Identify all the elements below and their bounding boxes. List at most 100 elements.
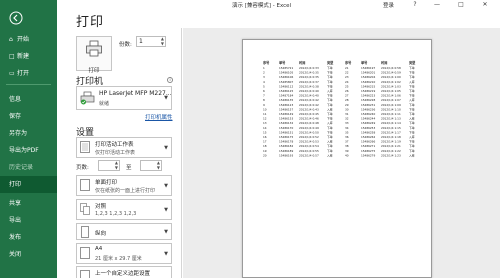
pages-label: 页数:	[76, 165, 89, 171]
preview-cell: 33	[345, 121, 349, 125]
preview-cell: 下单	[409, 89, 415, 93]
preview-cell: 2012/1/4 1:02	[381, 80, 401, 84]
minimize-button[interactable]: —	[431, 0, 443, 9]
printer-icon	[80, 91, 95, 105]
copies-value: 1	[139, 38, 143, 45]
preview-cell: 下单	[409, 121, 415, 125]
help-button[interactable]: ?	[409, 0, 421, 9]
preview-cell: 2012/1/4 0:53	[299, 140, 319, 144]
preview-header-cell: 单号	[361, 60, 368, 65]
print-scope-title: 打印活动工作表	[95, 142, 134, 148]
nav-item[interactable]: 关闭	[0, 246, 57, 263]
preview-cell: 15486197	[361, 66, 375, 70]
preview-cell: 2012/1/4 1:09	[381, 103, 401, 107]
preview-cell: 入库	[409, 80, 415, 84]
preview-cell: 15486189	[279, 149, 293, 153]
preview-cell: 2012/1/4 0:55	[299, 149, 319, 153]
preview-cell: 15486244	[361, 117, 375, 121]
preview-cell: 15486125	[279, 89, 293, 93]
preview-cell: 15486132	[279, 121, 293, 125]
preview-cell: 入库	[327, 153, 333, 157]
copies-label: 份数:	[119, 42, 132, 48]
collate-selector[interactable]: 对照 1,2,3 1,2,3 1,2,3 ▼	[76, 199, 172, 220]
preview-cell: 下单	[409, 75, 415, 79]
chevron-down-icon: ▼	[164, 251, 168, 257]
nav-item[interactable]: 另存为	[0, 125, 57, 142]
maximize-button[interactable]: □	[455, 0, 467, 9]
printer-selector[interactable]: HP LaserJet MFP M227... 就绪 ▼	[76, 86, 172, 110]
nav-item[interactable]: 导出	[0, 212, 57, 229]
preview-cell: 1	[263, 66, 265, 70]
margins-selector[interactable]: 上一个自定义边距设置	[76, 266, 172, 278]
preview-header-cell: 序号	[262, 60, 270, 65]
info-icon[interactable]: i	[167, 77, 173, 83]
preview-cell: 15486231	[361, 103, 375, 107]
chevron-down-icon: ▼	[164, 145, 168, 151]
nav-item-label: 保存	[9, 113, 22, 120]
preview-cell: 14	[263, 126, 267, 130]
nav-item[interactable]: 发布	[0, 229, 57, 246]
preview-cell: 12	[263, 117, 267, 121]
nav-item[interactable]: 信息	[0, 91, 57, 108]
nav-item[interactable]: 打印	[0, 176, 57, 193]
pages-from-input[interactable]: ▲ ▼	[98, 160, 120, 171]
preview-cell: 下单	[327, 84, 333, 88]
orientation-selector[interactable]: 纵向 ▼	[76, 223, 172, 240]
preview-cell: 下单	[327, 103, 333, 107]
chevron-down-icon: ▼	[164, 95, 168, 101]
preview-cell: 下单	[327, 94, 333, 98]
backstage-nav: ⌂ 开始 □ 新建 ▭ 打开信息保存另存为 导出为PDF 历史记录 打印共享 导出 发布 关闭	[0, 0, 57, 278]
nav-item[interactable]: ⌂ 开始	[0, 31, 57, 48]
preview-cell: 入库	[409, 117, 415, 121]
preview-cell: 2012/1/4 0:33	[299, 66, 319, 70]
nav-item[interactable]: 共享	[0, 195, 57, 212]
one-sided-icon	[80, 179, 90, 191]
preview-cell: 入库	[409, 153, 415, 157]
preview-cell: 2012/1/4 1:06	[381, 94, 401, 98]
preview-cell: 15486215	[361, 84, 375, 88]
preview-cell: 下单	[409, 144, 415, 148]
preview-cell: 入库	[409, 98, 415, 102]
preview-table: 序号 单号 时间 类型1 15485721 2012/1/4 0:33 下单2 1548610…	[262, 60, 416, 157]
preview-cell: 15486193	[279, 153, 293, 157]
preview-cell: 15486135	[279, 98, 293, 102]
preview-page: 序号 单号 时间 类型 1 15485721 2012/1/4 0:33 下单 2 1548610…	[242, 39, 432, 278]
nav-item[interactable]: □ 新建	[0, 48, 57, 65]
preview-cell: 2012/1/4 0:45	[299, 112, 319, 116]
preview-cell: 34	[345, 126, 349, 130]
nav-item[interactable]: 历史记录	[0, 159, 57, 176]
preview-cell: 35	[345, 130, 349, 134]
preview-cell: 24	[345, 80, 349, 84]
collate-title: 对照	[95, 204, 107, 210]
preview-cell: 10	[263, 107, 267, 111]
printer-properties-link[interactable]: 打印机属性	[145, 113, 173, 121]
paper-size-selector[interactable]: A4 21 厘米 x 29.7 厘米 ▼	[76, 243, 172, 264]
preview-cell: 2012/1/4 1:00	[381, 75, 401, 79]
nav-item[interactable]: 导出为PDF	[0, 142, 57, 159]
print-button[interactable]: 打印	[76, 36, 112, 74]
preview-cell: 下单	[409, 140, 415, 144]
login-link[interactable]: 登录	[383, 1, 394, 9]
preview-cell: 15486170	[279, 126, 293, 130]
pages-to-label: 至	[126, 165, 132, 171]
preview-cell: 32	[345, 117, 349, 121]
copies-spinner-icon[interactable]: ▲ ▼	[161, 36, 164, 46]
preview-cell: 31	[345, 112, 349, 116]
divider	[181, 28, 182, 278]
preview-cell: 2012/1/4 0:43	[299, 107, 319, 111]
close-button[interactable]: ✕	[479, 0, 491, 9]
nav-item[interactable]: 保存	[0, 108, 57, 125]
copies-input[interactable]: 1 ▲ ▼	[136, 36, 166, 47]
preview-cell: 2012/1/4 0:40	[299, 89, 319, 93]
back-arrow-icon[interactable]	[9, 11, 23, 25]
print-scope-selector[interactable]: 打印活动工作表 仅打印活动工作表 ▼	[76, 137, 172, 158]
chevron-down-icon: ▼	[164, 183, 168, 189]
preview-cell: 3	[263, 75, 265, 79]
sides-selector[interactable]: 单面打印 仅在纸张的一面上进行打印 ▼	[76, 175, 172, 196]
nav-item[interactable]: ▭ 打开	[0, 65, 57, 82]
printer-status: 就绪	[99, 101, 110, 107]
pages-to-input[interactable]: ▲ ▼	[140, 160, 162, 171]
preview-cell: 下单	[409, 130, 415, 134]
preview-cell: 18	[263, 144, 267, 148]
preview-cell: 2012/1/4 0:59	[381, 71, 401, 75]
